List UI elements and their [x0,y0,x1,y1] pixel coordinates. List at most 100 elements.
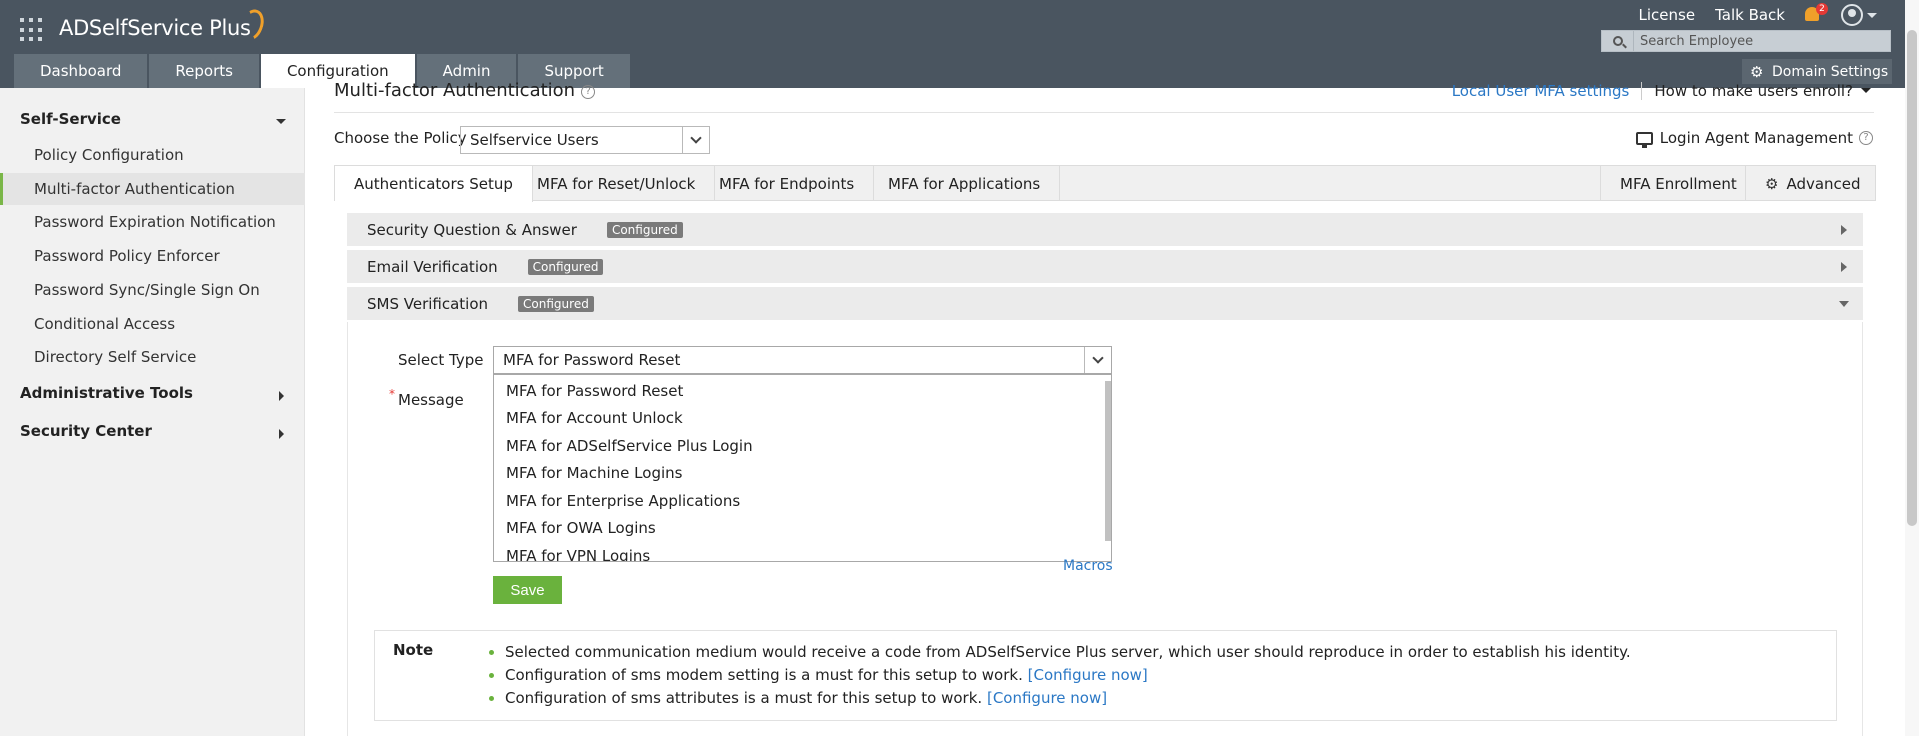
sidebar-item-conditional-access[interactable]: Conditional Access [0,308,305,340]
sidebar-item-directory-self-service[interactable]: Directory Self Service [0,341,305,373]
policy-select-value: Selfservice Users [470,131,599,149]
tab-reports[interactable]: Reports [149,54,259,88]
dropdown-scrollbar[interactable] [1105,381,1111,541]
user-avatar-icon[interactable] [1841,4,1863,26]
authenticator-label: Security Question & Answer [367,220,577,239]
search-filter-button[interactable] [1602,31,1634,51]
authenticator-sms-verification[interactable]: SMS Verification Configured [347,287,1863,321]
product-logo[interactable]: ADSelfService Plus [59,6,268,44]
message-label: * Message [389,387,464,409]
gear-icon: ⚙ [1765,174,1779,193]
chevron-down-icon [1861,88,1871,93]
help-icon[interactable]: ? [581,85,596,99]
sidebar-item-multi-factor-authentication[interactable]: Multi-factor Authentication [0,173,305,205]
chevron-down-icon [1092,352,1104,364]
note-item: Configuration of sms attributes is a mus… [489,689,1631,712]
search-input[interactable] [1634,33,1884,49]
tab-mfa-endpoints[interactable]: MFA for Endpoints [700,166,875,201]
select-type-value: MFA for Password Reset [503,351,681,369]
how-to-enroll-label: How to make users enroll? [1654,82,1853,100]
note-item: Configuration of sms modem setting is a … [489,666,1631,689]
app-grid-icon[interactable] [20,18,44,42]
note-title: Note [393,641,434,659]
policy-select-button[interactable] [682,127,709,153]
note-text: Configuration of sms modem setting is a … [505,666,1023,684]
option-mfa-password-reset[interactable]: MFA for Password Reset [494,377,1111,405]
tab-mfa-reset-unlock[interactable]: MFA for Reset/Unlock [518,166,716,201]
sidebar-item-policy-configuration[interactable]: Policy Configuration [0,139,305,171]
sidebar-item-password-sync[interactable]: Password Sync/Single Sign On [0,274,305,306]
tab-mfa-enrollment[interactable]: MFA Enrollment [1600,166,1756,201]
select-type-label: Select Type [398,351,484,369]
domain-settings-label: Domain Settings [1772,63,1889,80]
gear-icon: ⚙ [1750,62,1764,81]
sidebar-item-password-policy-enforcer[interactable]: Password Policy Enforcer [0,240,305,272]
search-icon [1612,36,1623,46]
note-text: Configuration of sms attributes is a mus… [505,689,983,707]
configure-sms-modem-link[interactable]: [Configure now] [1028,666,1148,684]
collapse-arrow-icon [1839,300,1849,307]
sidebar: Self-Service Policy Configuration Multi-… [0,88,305,736]
status-badge: Configured [606,221,683,238]
expand-arrow-icon [1841,224,1847,235]
tab-advanced-label: Advanced [1786,174,1861,193]
chevron-down-icon[interactable] [276,119,286,124]
tab-dashboard[interactable]: Dashboard [14,54,148,88]
sidebar-section-security-center[interactable]: Security Center [20,422,152,440]
chevron-down-icon [690,132,702,144]
configure-sms-attributes-link[interactable]: [Configure now] [987,689,1107,707]
option-mfa-machine-logins[interactable]: MFA for Machine Logins [494,460,1111,488]
authenticator-security-question[interactable]: Security Question & Answer Configured [347,213,1863,247]
domain-settings-button[interactable]: ⚙ Domain Settings [1742,59,1892,84]
page-scrollbar-thumb[interactable] [1907,30,1917,526]
login-agent-management[interactable]: Login Agent Management ? [1635,129,1873,148]
sidebar-section-self-service[interactable]: Self-Service [20,110,121,128]
note-item: Selected communication medium would rece… [489,643,1631,666]
notification-bell[interactable]: 2 [1801,3,1828,26]
note-list: Selected communication medium would rece… [489,643,1631,712]
page-title-text: Multi-factor Authentication [334,80,576,101]
help-icon[interactable]: ? [1859,131,1873,145]
option-mfa-vpn-logins[interactable]: MFA for VPN Logins [494,542,1111,561]
save-button[interactable]: Save [493,576,562,604]
select-type-dropdown[interactable]: MFA for Password Reset [493,346,1112,374]
page-scrollbar[interactable] [1905,0,1919,736]
talk-back-link[interactable]: Talk Back [1705,6,1795,24]
expand-arrow-icon [1841,261,1847,272]
license-link[interactable]: License [1629,6,1706,24]
page-actions: Local User MFA settings How to make user… [1452,82,1871,100]
option-mfa-account-unlock[interactable]: MFA for Account Unlock [494,405,1111,433]
how-to-enroll-menu[interactable]: How to make users enroll? [1641,82,1871,100]
tab-mfa-applications[interactable]: MFA for Applications [869,166,1061,201]
policy-select[interactable]: Selfservice Users [460,126,710,154]
authenticator-label: SMS Verification [367,294,489,313]
authenticator-email-verification[interactable]: Email Verification Configured [347,250,1863,284]
policy-label: Choose the Policy [334,129,467,147]
note-box: Note Selected communication medium would… [374,630,1837,721]
chevron-right-icon[interactable] [279,429,284,439]
option-mfa-owa-logins[interactable]: MFA for OWA Logins [494,515,1111,543]
tab-advanced[interactable]: ⚙ Advanced [1745,166,1876,201]
chevron-right-icon[interactable] [279,391,284,401]
header-links: License Talk Back 2 [1629,3,1877,26]
note-text: Selected communication medium would rece… [505,643,1631,661]
sidebar-item-password-expiration-notification[interactable]: Password Expiration Notification [0,206,305,238]
monitor-icon [1635,131,1653,148]
option-mfa-enterprise-applications[interactable]: MFA for Enterprise Applications [494,487,1111,515]
login-agent-label: Login Agent Management [1659,129,1853,147]
top-header: ADSelfService Plus License Talk Back 2 ⚙… [0,0,1919,88]
employee-search [1601,30,1891,52]
product-name: ADSelfService Plus [59,16,251,40]
message-label-text: Message [398,391,464,409]
page-title: Multi-factor Authentication? [334,80,596,101]
option-mfa-adselfservice-login[interactable]: MFA for ADSelfService Plus Login [494,432,1111,460]
select-type-options: MFA for Password Reset MFA for Account U… [493,374,1112,562]
local-user-mfa-settings-link[interactable]: Local User MFA settings [1452,82,1630,100]
macros-link[interactable]: Macros [1063,558,1113,574]
sidebar-section-administrative-tools[interactable]: Administrative Tools [20,384,193,402]
select-type-button[interactable] [1084,347,1111,373]
chevron-down-icon[interactable] [1867,12,1877,18]
status-badge: Configured [518,295,594,312]
authenticator-subtabs: Authenticators Setup MFA for Reset/Unloc… [334,165,1876,202]
tab-authenticators-setup[interactable]: Authenticators Setup [335,166,533,202]
